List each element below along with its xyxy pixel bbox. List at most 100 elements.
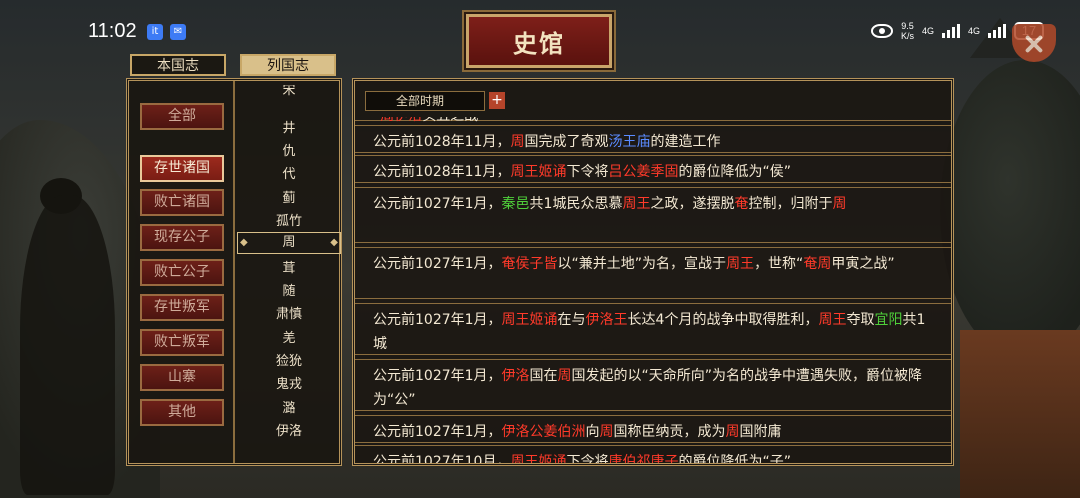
category-existing-states-button[interactable]: 存世诸国 — [140, 155, 224, 182]
category-fallen-states-button[interactable]: 败亡诸国 — [140, 189, 224, 216]
event-entity: 奄 — [734, 196, 749, 212]
event-row: 公元前1028年11月，周国完成了奇观汤王庙的建造工作 — [355, 125, 951, 153]
event-text: 下令将 — [566, 454, 609, 463]
event-text: 甲寅之战” — [831, 256, 895, 272]
event-row: 公元前1027年1月，秦邑共1城民众思慕周王之政，遂摆脱奄控制，归附于周 — [355, 187, 951, 243]
event-row: 公元前1028年11月，周王姬诵下令将吕公姜季固的爵位降低为“侯” — [355, 155, 951, 183]
panel-divider — [233, 81, 235, 463]
category-existing-rebels-button[interactable]: 存世叛军 — [140, 294, 224, 321]
category-panel: 全部 存世诸国 败亡诸国 现存公子 败亡公子 存世叛军 败亡叛军 山寨 其他 宋… — [126, 78, 342, 466]
tab-states-records[interactable]: 列国志 — [240, 54, 336, 76]
event-entity: 奄侯子皆 — [501, 256, 558, 272]
event-text: 国附庸 — [739, 424, 782, 440]
event-entity: 奄周 — [803, 256, 832, 272]
event-row: 公元前1027年1月，周王姬诵在与伊洛王长达4个月的战争中取得胜利，周王夺取宜阳… — [355, 303, 951, 355]
event-entity: 周 — [599, 424, 614, 440]
event-text: 国完成了奇观 — [524, 134, 609, 150]
event-entity: 周王姬诵 — [510, 164, 567, 180]
state-item-selected[interactable]: 周 — [237, 232, 341, 254]
event-entity: 周王姬诵 — [501, 312, 558, 328]
app-notification-icon: it — [147, 24, 163, 40]
state-item[interactable]: 孤竹 — [237, 210, 341, 229]
event-list[interactable]: “周伊洛癸丑之战”公元前1028年11月，周国完成了奇观汤王庙的建造工作公元前1… — [355, 117, 951, 463]
background-figure-body — [20, 195, 115, 495]
event-text: 控制，归附于 — [748, 196, 833, 212]
state-item[interactable]: 随 — [237, 280, 341, 299]
event-text: 国称臣纳贡，成为 — [613, 424, 726, 440]
event-row: 公元前1027年1月，伊洛国在周国发起的以“天命所向”为名的战争中遭遇失败，爵位… — [355, 359, 951, 411]
event-text: 公元前1027年1月， — [373, 256, 502, 272]
event-text: 下令将 — [566, 164, 609, 180]
event-entity: 周 — [557, 368, 572, 384]
event-text: 公元前1027年1月， — [373, 312, 502, 328]
category-bandits-button[interactable]: 山寨 — [140, 364, 224, 391]
event-entity: 周 — [725, 424, 740, 440]
event-entity: 伊洛王 — [585, 312, 628, 328]
state-item[interactable]: 井 — [237, 117, 341, 136]
state-item[interactable]: 肃慎 — [237, 303, 341, 322]
event-text: 夺取 — [846, 312, 875, 328]
signal-icon — [941, 24, 960, 38]
state-item[interactable]: 蓟 — [237, 187, 341, 206]
event-text: 的建造工作 — [650, 134, 721, 150]
event-text: 公元前1027年1月， — [373, 196, 502, 212]
category-fallen-rebels-button[interactable]: 败亡叛军 — [140, 329, 224, 356]
category-existing-princes-button[interactable]: 现存公子 — [140, 224, 224, 251]
period-dropdown[interactable]: 全部时期 — [365, 91, 485, 111]
state-item[interactable]: 伊洛 — [237, 420, 341, 439]
state-item[interactable]: 猃狁 — [237, 350, 341, 369]
event-entity: 周王 — [726, 256, 755, 272]
state-item[interactable]: 代 — [237, 163, 341, 182]
state-item[interactable]: 羌 — [237, 327, 341, 346]
event-entity: 秦邑 — [501, 196, 530, 212]
event-text: 国在 — [529, 368, 558, 384]
state-item[interactable]: 仇 — [237, 140, 341, 159]
network-type-1: 4G — [921, 26, 934, 36]
event-entity: 宜阳 — [874, 312, 903, 328]
event-text: 以“兼并土地”为名，宣战于 — [557, 256, 727, 272]
event-row: 公元前1027年1月，伊洛公姜伯洲向周国称臣纳贡，成为周国附庸 — [355, 415, 951, 443]
state-item[interactable]: 宋 — [237, 85, 341, 98]
eye-icon — [870, 24, 893, 38]
signal-icon-2 — [988, 24, 1006, 38]
event-entity: 伊洛公姜伯洲 — [501, 424, 586, 440]
event-text: 向 — [585, 424, 600, 440]
event-entity: 周 — [510, 134, 525, 150]
event-entity: 唐伯祁唐子 — [608, 454, 679, 463]
state-list[interactable]: 宋 井 仇 代 蓟 孤竹 周 茸 随 肃慎 羌 猃狁 鬼戎 潞 伊洛 — [237, 85, 341, 461]
state-item[interactable]: 鬼戎 — [237, 373, 341, 392]
page-title: 史馆 — [466, 14, 612, 68]
event-text: 癸丑之战” — [422, 117, 485, 124]
event-row: 公元前1027年1月，奄侯子皆以“兼并土地”为名，宣战于周王，世称“奄周甲寅之战… — [355, 247, 951, 299]
background-tree — [940, 60, 1080, 360]
event-entity: 周伊洛 — [380, 117, 422, 124]
event-text: 之政，遂摆脱 — [650, 196, 735, 212]
category-all-button[interactable]: 全部 — [140, 103, 224, 130]
event-entity: 周王 — [622, 196, 651, 212]
event-text: 公元前1027年1月， — [373, 368, 502, 384]
event-entity: 伊洛 — [501, 368, 530, 384]
event-entity: 周王姬诵 — [510, 454, 567, 463]
event-text: 长达4个月的战争中取得胜利， — [627, 312, 819, 328]
state-item[interactable]: 潞 — [237, 397, 341, 416]
chat-notification-icon: ✉ — [170, 24, 186, 40]
event-text: 的爵位降低为“侯” — [678, 164, 791, 180]
tab-domestic-records[interactable]: 本国志 — [130, 54, 226, 76]
category-other-button[interactable]: 其他 — [140, 399, 224, 426]
event-text: 公元前1027年1月， — [373, 424, 502, 440]
event-entity: 周王 — [818, 312, 847, 328]
background-building — [960, 330, 1080, 498]
event-text: 公元前1028年11月， — [373, 164, 511, 180]
clock-time: 11:02 — [88, 20, 137, 42]
network-type-2: 4G — [967, 26, 980, 36]
event-entity: 汤王庙 — [608, 134, 651, 150]
network-speed: 9.5 K/s — [900, 21, 914, 41]
event-text: 的爵位降低为“子” — [678, 454, 791, 463]
event-row: 公元前1027年10月，周王姬诵下令将唐伯祁唐子的爵位降低为“子” — [355, 445, 951, 463]
event-entity: 吕公姜季固 — [608, 164, 679, 180]
category-fallen-princes-button[interactable]: 败亡公子 — [140, 259, 224, 286]
event-row: “周伊洛癸丑之战” — [355, 117, 951, 124]
event-text: ，世称“ — [754, 256, 804, 272]
state-item[interactable]: 茸 — [237, 257, 341, 276]
period-expand-button[interactable]: + — [489, 92, 505, 109]
